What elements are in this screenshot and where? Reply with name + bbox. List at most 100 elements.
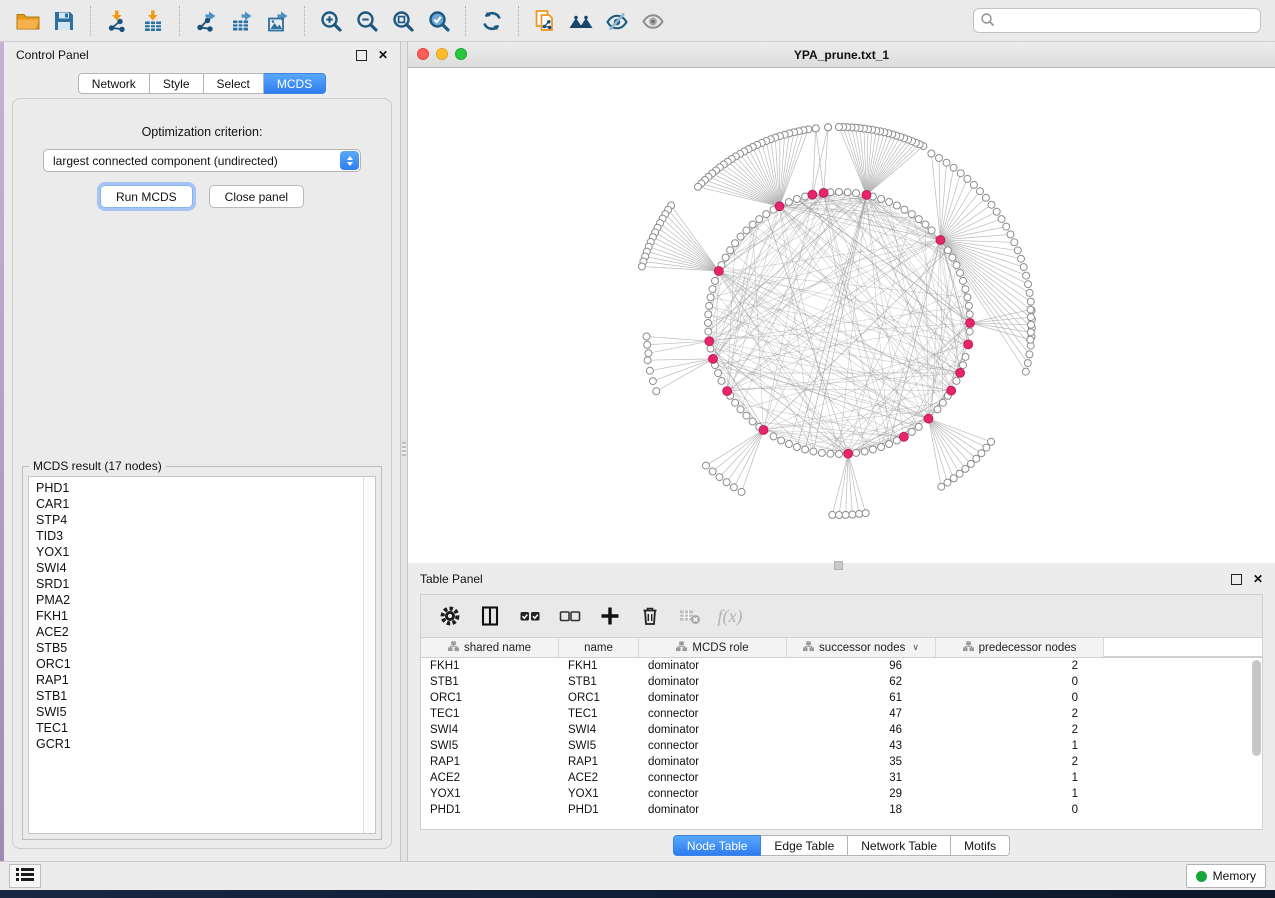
close-panel-icon[interactable]: ✕ xyxy=(1253,573,1263,585)
delete-columns-icon[interactable] xyxy=(635,601,665,631)
refresh-view-button[interactable] xyxy=(476,5,508,37)
table-row[interactable]: TEC1TEC1connector472 xyxy=(421,706,1262,722)
select-all-columns-icon[interactable] xyxy=(515,601,545,631)
import-network-icon xyxy=(105,9,129,33)
table-scrollbar-thumb[interactable] xyxy=(1252,660,1261,756)
open-file-button[interactable] xyxy=(12,5,44,37)
create-column-icon[interactable] xyxy=(595,601,625,631)
table-tab-motifs[interactable]: Motifs xyxy=(951,835,1010,856)
tab-network[interactable]: Network xyxy=(78,73,150,94)
float-panel-icon[interactable] xyxy=(1231,574,1242,585)
table-body: FKH1FKH1dominator962STB1STB1dominator620… xyxy=(421,658,1262,818)
table-panel-content: f(x) shared namenameMCDS rolesuccessor n… xyxy=(420,594,1263,830)
tab-select[interactable]: Select xyxy=(204,73,264,94)
mcds-result-item[interactable]: GCR1 xyxy=(36,736,361,752)
horizontal-splitter[interactable] xyxy=(408,563,1275,566)
table-tab-node-table[interactable]: Node Table xyxy=(673,835,762,856)
zoom-selected-button[interactable] xyxy=(423,5,455,37)
network-canvas[interactable] xyxy=(408,68,1275,563)
table-row[interactable]: SWI4SWI4dominator462 xyxy=(421,722,1262,738)
eye-slash-icon xyxy=(604,9,630,33)
table-options-gear-icon[interactable] xyxy=(435,601,465,631)
node-table[interactable]: shared namenameMCDS rolesuccessor nodes∨… xyxy=(421,638,1262,829)
splitter-grip-icon xyxy=(834,561,843,570)
export-image-button[interactable] xyxy=(262,5,294,37)
mcds-result-item[interactable]: TID3 xyxy=(36,528,361,544)
mcds-result-item[interactable]: TEC1 xyxy=(36,720,361,736)
mcds-result-item[interactable]: FKH1 xyxy=(36,608,361,624)
zoom-fit-button[interactable] xyxy=(387,5,419,37)
import-table-button[interactable] xyxy=(137,5,169,37)
float-panel-icon[interactable] xyxy=(356,50,367,61)
column-type-icon xyxy=(963,641,974,655)
search-input[interactable] xyxy=(973,8,1261,33)
table-row[interactable]: ORC1ORC1dominator610 xyxy=(421,690,1262,706)
mcds-result-item[interactable]: PHD1 xyxy=(36,480,361,496)
mcds-result-list[interactable]: PHD1CAR1STP4TID3YOX1SWI4SRD1PMA2FKH1ACE2… xyxy=(28,476,376,834)
close-panel-button[interactable]: Close panel xyxy=(209,185,304,208)
task-history-button[interactable] xyxy=(9,864,41,888)
show-all-button[interactable] xyxy=(637,5,669,37)
mcds-list-scrollbar[interactable] xyxy=(363,477,375,833)
mcds-result-item[interactable]: ACE2 xyxy=(36,624,361,640)
export-table-button[interactable] xyxy=(226,5,258,37)
close-panel-icon[interactable]: ✕ xyxy=(378,49,388,61)
table-tabs: Node TableEdge TableNetwork TableMotifs xyxy=(408,830,1275,861)
column-header-shared-name[interactable]: shared name xyxy=(421,638,559,657)
optimization-criterion-select[interactable]: largest connected component (undirected) xyxy=(43,149,361,172)
table-row[interactable]: RAP1RAP1dominator352 xyxy=(421,754,1262,770)
save-session-button[interactable] xyxy=(48,5,80,37)
export-network-button[interactable] xyxy=(190,5,222,37)
mcds-result-item[interactable]: SWI5 xyxy=(36,704,361,720)
optimization-criterion-label: Optimization criterion: xyxy=(142,125,263,139)
mcds-result-item[interactable]: ORC1 xyxy=(36,656,361,672)
zoom-out-button[interactable] xyxy=(351,5,383,37)
tab-mcds[interactable]: MCDS xyxy=(264,73,326,94)
table-row[interactable]: STB1STB1dominator620 xyxy=(421,674,1262,690)
hide-selected-button[interactable] xyxy=(601,5,633,37)
memory-button[interactable]: Memory xyxy=(1186,864,1266,888)
run-mcds-button[interactable]: Run MCDS xyxy=(100,185,193,208)
table-row[interactable]: YOX1YOX1connector291 xyxy=(421,786,1262,802)
table-row[interactable]: SWI5SWI5connector431 xyxy=(421,738,1262,754)
window-close-button[interactable] xyxy=(417,48,429,60)
window-minimize-button[interactable] xyxy=(436,48,448,60)
control-panel-tabs: NetworkStyleSelectMCDS xyxy=(4,73,400,94)
table-row[interactable]: PHD1PHD1dominator180 xyxy=(421,802,1262,818)
table-tab-network-table[interactable]: Network Table xyxy=(848,835,951,856)
toolbar-separator xyxy=(179,6,180,36)
control-panel-header: Control Panel ✕ xyxy=(4,42,400,68)
mcds-result-item[interactable]: YOX1 xyxy=(36,544,361,560)
mcds-result-item[interactable]: STB1 xyxy=(36,688,361,704)
mcds-result-item[interactable]: RAP1 xyxy=(36,672,361,688)
mcds-result-item[interactable]: PMA2 xyxy=(36,592,361,608)
window-zoom-button[interactable] xyxy=(455,48,467,60)
zoom-fit-icon xyxy=(391,9,415,33)
mcds-result-item[interactable]: CAR1 xyxy=(36,496,361,512)
duplicate-network-button[interactable] xyxy=(529,5,561,37)
toolbar-separator xyxy=(304,6,305,36)
delete-table-icon xyxy=(675,601,705,631)
table-row[interactable]: ACE2ACE2connector311 xyxy=(421,770,1262,786)
import-network-button[interactable] xyxy=(101,5,133,37)
status-bar: Memory xyxy=(0,861,1275,890)
column-header-predecessor-nodes[interactable]: predecessor nodes xyxy=(936,638,1104,657)
zoom-in-button[interactable] xyxy=(315,5,347,37)
mcds-result-item[interactable]: SRD1 xyxy=(36,576,361,592)
column-header-successor-nodes[interactable]: successor nodes∨ xyxy=(787,638,936,657)
export-image-icon xyxy=(266,9,290,33)
table-row[interactable]: FKH1FKH1dominator962 xyxy=(421,658,1262,674)
eye-icon xyxy=(640,9,666,33)
mcds-result-item[interactable]: STB5 xyxy=(36,640,361,656)
unselect-all-columns-icon[interactable] xyxy=(555,601,585,631)
tab-style[interactable]: Style xyxy=(150,73,204,94)
column-header-name[interactable]: name xyxy=(559,638,639,657)
mcds-result-item[interactable]: SWI4 xyxy=(36,560,361,576)
column-header-MCDS-role[interactable]: MCDS role xyxy=(639,638,787,657)
column-type-icon xyxy=(676,641,687,655)
table-tab-edge-table[interactable]: Edge Table xyxy=(761,835,848,856)
mcds-result-item[interactable]: STP4 xyxy=(36,512,361,528)
show-columns-icon[interactable] xyxy=(475,601,505,631)
first-neighbors-button[interactable] xyxy=(565,5,597,37)
vertical-splitter[interactable] xyxy=(400,42,408,861)
